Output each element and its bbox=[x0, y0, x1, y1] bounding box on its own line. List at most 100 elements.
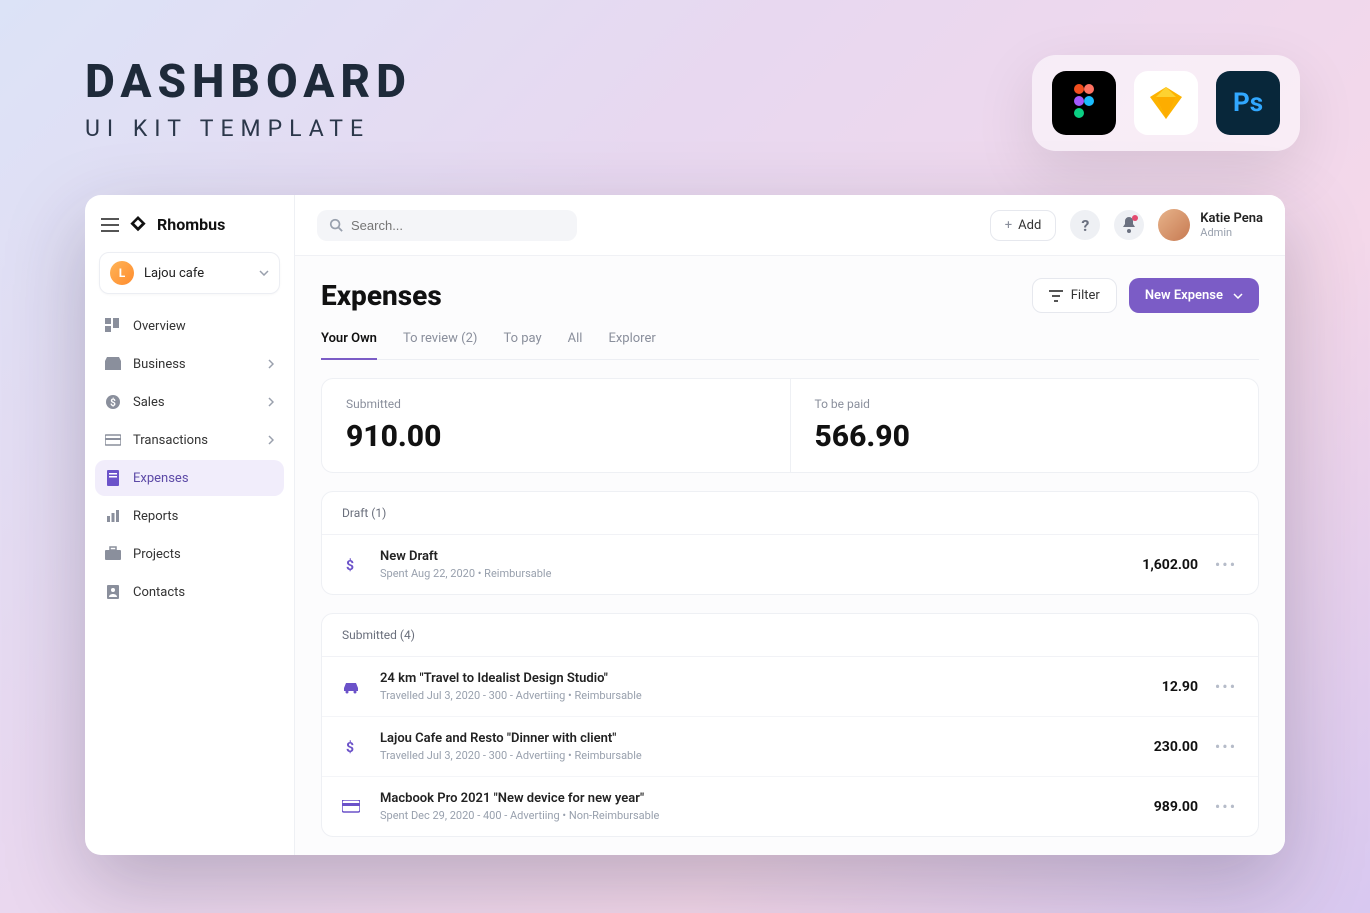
dollar-circle-icon: $ bbox=[105, 394, 121, 410]
filter-icon bbox=[1049, 290, 1063, 302]
caret-down-icon bbox=[1233, 293, 1243, 299]
add-label: Add bbox=[1018, 218, 1041, 233]
brand-logo-icon bbox=[129, 216, 147, 234]
figma-icon bbox=[1052, 71, 1116, 135]
section-header: Draft (1) bbox=[322, 492, 1258, 535]
tab-your-own[interactable]: Your Own bbox=[321, 331, 377, 360]
search-input[interactable] bbox=[351, 218, 565, 233]
tab-explorer[interactable]: Explorer bbox=[608, 331, 655, 359]
new-expense-button[interactable]: New Expense bbox=[1129, 278, 1259, 313]
summary-label: Submitted bbox=[346, 397, 766, 411]
summary-to-be-paid: To be paid 566.90 bbox=[790, 379, 1259, 472]
row-amount: 12.90 bbox=[1108, 679, 1198, 695]
more-icon[interactable]: ••• bbox=[1214, 737, 1238, 756]
chevron-right-icon bbox=[268, 435, 274, 445]
filter-label: Filter bbox=[1071, 288, 1100, 303]
row-amount: 1,602.00 bbox=[1108, 557, 1198, 573]
brand-row: Rhombus bbox=[95, 211, 284, 252]
tab-all[interactable]: All bbox=[568, 331, 583, 359]
notification-dot bbox=[1132, 215, 1138, 221]
promo-subtitle: UI KIT TEMPLATE bbox=[85, 115, 412, 142]
user-name: Katie Pena bbox=[1200, 211, 1263, 226]
more-icon[interactable]: ••• bbox=[1214, 555, 1238, 574]
app-window: Rhombus L Lajou cafe Overview Business $… bbox=[85, 195, 1285, 855]
row-title: Macbook Pro 2021 "New device for new yea… bbox=[380, 791, 1092, 806]
nav-expenses[interactable]: Expenses bbox=[95, 460, 284, 496]
workspace-name: Lajou cafe bbox=[144, 266, 249, 281]
add-button[interactable]: + Add bbox=[990, 210, 1057, 241]
nav-label: Expenses bbox=[133, 471, 189, 486]
tab-to-pay[interactable]: To pay bbox=[503, 331, 541, 359]
tab-to-review[interactable]: To review (2) bbox=[403, 331, 478, 359]
dollar-icon: $ bbox=[342, 557, 364, 573]
nav-label: Overview bbox=[133, 319, 186, 334]
help-button[interactable]: ? bbox=[1070, 210, 1100, 240]
app-icons-card: Ps bbox=[1032, 55, 1300, 151]
chevron-right-icon bbox=[268, 397, 274, 407]
summary-label: To be paid bbox=[815, 397, 1235, 411]
dashboard-icon bbox=[105, 318, 121, 334]
user-menu[interactable]: Katie Pena Admin bbox=[1158, 209, 1263, 241]
nav-transactions[interactable]: Transactions bbox=[95, 422, 284, 458]
chevron-right-icon bbox=[268, 359, 274, 369]
nav-label: Projects bbox=[133, 547, 181, 562]
svg-text:$: $ bbox=[346, 739, 354, 755]
row-title: 24 km "Travel to Idealist Design Studio" bbox=[380, 671, 1092, 686]
briefcase-icon bbox=[105, 546, 121, 562]
expense-row[interactable]: $ New Draft Spent Aug 22, 2020 • Reimbur… bbox=[322, 535, 1258, 594]
workspace-avatar: L bbox=[110, 261, 134, 285]
search-icon bbox=[329, 218, 343, 232]
user-role: Admin bbox=[1200, 226, 1263, 239]
nav-label: Reports bbox=[133, 509, 178, 524]
photoshop-icon: Ps bbox=[1216, 71, 1280, 135]
workspace-selector[interactable]: L Lajou cafe bbox=[99, 252, 280, 294]
dollar-icon: $ bbox=[342, 739, 364, 755]
summary-cards: Submitted 910.00 To be paid 566.90 bbox=[321, 378, 1259, 473]
nav-reports[interactable]: Reports bbox=[95, 498, 284, 534]
nav-business[interactable]: Business bbox=[95, 346, 284, 382]
row-amount: 230.00 bbox=[1108, 739, 1198, 755]
svg-text:$: $ bbox=[346, 557, 354, 573]
more-icon[interactable]: ••• bbox=[1214, 677, 1238, 696]
row-amount: 989.00 bbox=[1108, 799, 1198, 815]
row-title: New Draft bbox=[380, 549, 1092, 564]
draft-section: Draft (1) $ New Draft Spent Aug 22, 2020… bbox=[321, 491, 1259, 595]
chart-icon bbox=[105, 508, 121, 524]
receipt-icon bbox=[105, 470, 121, 486]
topbar: + Add ? Katie Pena Admin bbox=[295, 195, 1285, 256]
brand-name: Rhombus bbox=[157, 215, 225, 234]
more-icon[interactable]: ••• bbox=[1214, 797, 1238, 816]
expense-row[interactable]: 24 km "Travel to Idealist Design Studio"… bbox=[322, 657, 1258, 716]
content: Expenses Filter New Expense Your Own To … bbox=[295, 256, 1285, 855]
search-box[interactable] bbox=[317, 210, 577, 241]
row-title: Lajou Cafe and Resto "Dinner with client… bbox=[380, 731, 1092, 746]
tabs: Your Own To review (2) To pay All Explor… bbox=[321, 331, 1259, 360]
notifications-button[interactable] bbox=[1114, 210, 1144, 240]
nav-label: Transactions bbox=[133, 433, 208, 448]
car-icon bbox=[342, 680, 364, 694]
sidebar: Rhombus L Lajou cafe Overview Business $… bbox=[85, 195, 295, 855]
row-subtitle: Spent Aug 22, 2020 • Reimbursable bbox=[380, 567, 1092, 580]
hamburger-icon[interactable] bbox=[101, 218, 119, 232]
nav-projects[interactable]: Projects bbox=[95, 536, 284, 572]
nav-contacts[interactable]: Contacts bbox=[95, 574, 284, 610]
plus-icon: + bbox=[1005, 218, 1012, 233]
svg-text:$: $ bbox=[110, 396, 116, 409]
nav-overview[interactable]: Overview bbox=[95, 308, 284, 344]
expense-row[interactable]: $ Lajou Cafe and Resto "Dinner with clie… bbox=[322, 716, 1258, 776]
help-icon: ? bbox=[1081, 216, 1089, 235]
row-subtitle: Travelled Jul 3, 2020 - 300 - Advertiing… bbox=[380, 689, 1092, 702]
chevron-down-icon bbox=[259, 270, 269, 276]
main: + Add ? Katie Pena Admin Expenses bbox=[295, 195, 1285, 855]
nav-label: Business bbox=[133, 357, 186, 372]
nav-sales[interactable]: $ Sales bbox=[95, 384, 284, 420]
nav-label: Contacts bbox=[133, 585, 185, 600]
section-header: Submitted (4) bbox=[322, 614, 1258, 657]
row-subtitle: Travelled Jul 3, 2020 - 300 - Advertiing… bbox=[380, 749, 1092, 762]
summary-value: 910.00 bbox=[346, 419, 766, 454]
page-title: Expenses bbox=[321, 279, 442, 312]
store-icon bbox=[105, 356, 121, 372]
filter-button[interactable]: Filter bbox=[1032, 278, 1117, 313]
expense-row[interactable]: Macbook Pro 2021 "New device for new yea… bbox=[322, 776, 1258, 836]
submitted-section: Submitted (4) 24 km "Travel to Idealist … bbox=[321, 613, 1259, 837]
